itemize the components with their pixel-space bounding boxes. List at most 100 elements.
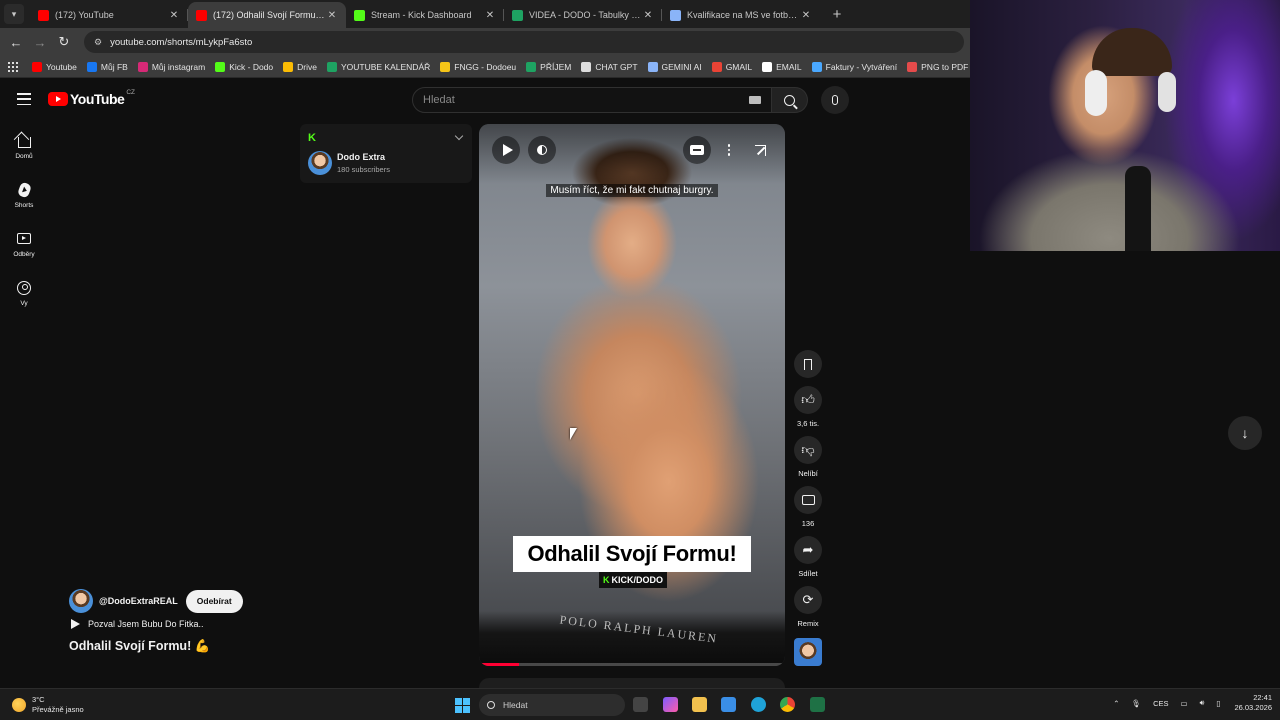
like-action[interactable]: 👍︎ 3,6 tis.: [792, 386, 824, 428]
nav-item-shorts[interactable]: Shorts: [0, 171, 48, 220]
search-button[interactable]: [772, 87, 808, 113]
task-view-icon[interactable]: [633, 697, 648, 712]
search-icon: [487, 701, 495, 709]
bookmark-item[interactable]: Můj FB: [86, 61, 128, 72]
browser-tab[interactable]: (172) YouTube ✕: [30, 2, 188, 28]
forward-arrow-icon[interactable]: →: [30, 32, 50, 52]
owner-avatar[interactable]: [69, 589, 93, 613]
bookmark-favicon-icon: [526, 61, 537, 72]
weather-widget[interactable]: 3°C Převážně jasno: [12, 695, 84, 715]
clock[interactable]: 22:41 26.03.2026: [1234, 693, 1272, 713]
remix-button[interactable]: ⟳: [794, 586, 822, 614]
sound-source[interactable]: [792, 636, 824, 666]
reload-icon[interactable]: ↻: [54, 32, 74, 52]
close-tab-icon[interactable]: ✕: [642, 10, 654, 21]
bookmark-label: PŘÍJEM: [540, 61, 572, 72]
battery-icon[interactable]: ▯: [1216, 699, 1220, 708]
captions-button[interactable]: [683, 136, 711, 164]
channel-avatar[interactable]: [308, 151, 332, 175]
microphone-icon: [832, 95, 838, 105]
comments-action[interactable]: 136: [792, 486, 824, 528]
bookmark-favicon-icon: [811, 61, 822, 72]
back-arrow-icon[interactable]: ←: [6, 32, 26, 52]
nav-item-you[interactable]: Vy: [0, 269, 48, 318]
apps-grid-icon[interactable]: [8, 61, 18, 72]
more-options-button[interactable]: [715, 136, 743, 164]
bookmark-item[interactable]: Youtube: [32, 61, 77, 72]
dislike-button[interactable]: 👎︎: [794, 436, 822, 464]
linked-video[interactable]: Pozval Jsem Bubu Do Fitka..: [71, 619, 204, 629]
save-button[interactable]: [794, 350, 822, 378]
bookmark-item[interactable]: FNGG - Dodoeu: [440, 61, 516, 72]
bookmark-item[interactable]: Kick - Dodo: [215, 61, 273, 72]
bookmark-favicon-icon: [440, 61, 451, 72]
new-tab-button[interactable]: +: [826, 3, 848, 25]
more-vertical-icon: [727, 144, 731, 156]
close-tab-icon[interactable]: ✕: [326, 10, 338, 21]
taskbar-search-placeholder: Hledat: [503, 700, 528, 710]
outlook-icon[interactable]: [721, 697, 736, 712]
volume-icon[interactable]: 🔊︎: [1200, 698, 1205, 708]
copilot-icon[interactable]: [663, 697, 678, 712]
fullscreen-button[interactable]: [746, 136, 774, 164]
browser-tab[interactable]: VIDEA - DODO - Tabulky Googl ✕: [504, 2, 662, 28]
shorts-video-player[interactable]: Musím říct, že mi fakt chutnaj burgry. O…: [479, 124, 785, 666]
browser-tab-active[interactable]: (172) Odhalil Svojí Formu! 💪 🔊 ✕: [188, 2, 346, 28]
sound-avatar[interactable]: [794, 638, 822, 666]
browser-tab[interactable]: Stream - Kick Dashboard ✕: [346, 2, 504, 28]
bookmark-item[interactable]: Můj instagram: [137, 61, 205, 72]
dislike-action[interactable]: 👎︎ Nelíbí: [792, 436, 824, 478]
share-button[interactable]: ➦: [794, 536, 822, 564]
captions-icon: [690, 145, 704, 155]
channel-card[interactable]: K Dodo Extra 180 subscribers: [300, 124, 472, 183]
file-explorer-icon[interactable]: [692, 697, 707, 712]
bookmark-item[interactable]: GEMINI AI: [647, 61, 702, 72]
address-bar[interactable]: ⚙ youtube.com/shorts/mLykpFa6sto: [84, 31, 964, 53]
nav-item-subscriptions[interactable]: Odběry: [0, 220, 48, 269]
close-tab-icon[interactable]: ✕: [484, 10, 496, 21]
owner-handle[interactable]: @DodoExtraREAL: [99, 596, 178, 606]
excel-icon[interactable]: [810, 697, 825, 712]
bookmark-item[interactable]: Faktury - Vytváření: [811, 61, 897, 72]
comments-button[interactable]: [794, 486, 822, 514]
bookmark-item[interactable]: YOUTUBE KALENDÁŘ: [326, 61, 430, 72]
subscribe-button[interactable]: Odebírat: [185, 589, 243, 613]
search-input[interactable]: Hledat: [412, 87, 772, 113]
taskbar-search[interactable]: Hledat: [479, 694, 625, 716]
next-video-button[interactable]: ↓: [1228, 416, 1262, 450]
start-button-icon[interactable]: [455, 698, 470, 713]
voice-search-button[interactable]: [821, 86, 849, 114]
microphone-icon[interactable]: 🎙︎: [1132, 699, 1142, 708]
chevron-down-icon[interactable]: [454, 131, 464, 141]
play-button[interactable]: [492, 136, 520, 164]
share-action[interactable]: ➦ Sdílet: [792, 536, 824, 578]
network-icon[interactable]: ▭: [1180, 699, 1187, 708]
bookmark-item[interactable]: GMAIL: [711, 61, 752, 72]
browser-tab[interactable]: Kvalifikace na MS ve fotbale 20... ✕: [662, 2, 820, 28]
bookmark-item[interactable]: CHAT GPT: [581, 61, 638, 72]
bookmark-item[interactable]: PNG to PDF: [907, 61, 968, 72]
shorts-icon: [16, 181, 32, 198]
channel-name[interactable]: Dodo Extra: [337, 152, 385, 162]
like-button[interactable]: 👍︎: [794, 386, 822, 414]
bookmark-item[interactable]: Drive: [283, 61, 317, 72]
menu-hamburger-icon[interactable]: [17, 93, 31, 105]
bookmark-item[interactable]: EMAIL: [762, 61, 802, 72]
site-info-icon[interactable]: ⚙: [94, 37, 102, 48]
chrome-icon[interactable]: [780, 697, 795, 712]
close-tab-icon[interactable]: ✕: [800, 10, 812, 21]
volume-button[interactable]: [528, 136, 556, 164]
close-tab-icon[interactable]: ✕: [168, 10, 180, 21]
save-action[interactable]: [792, 350, 824, 378]
chevron-up-icon[interactable]: ⌃: [1113, 699, 1119, 708]
language-indicator[interactable]: CES: [1153, 699, 1168, 708]
tab-title: VIDEA - DODO - Tabulky Googl: [529, 10, 642, 20]
edge-icon[interactable]: [751, 697, 766, 712]
keyboard-icon[interactable]: [749, 96, 761, 104]
youtube-logo[interactable]: YouTube CZ: [48, 89, 135, 107]
bookmark-item[interactable]: PŘÍJEM: [526, 61, 572, 72]
tab-search-button[interactable]: ▾: [4, 4, 24, 24]
video-progress-bar[interactable]: [479, 663, 785, 666]
nav-item-home[interactable]: Domů: [0, 122, 48, 171]
remix-action[interactable]: ⟳ Remix: [792, 586, 824, 628]
